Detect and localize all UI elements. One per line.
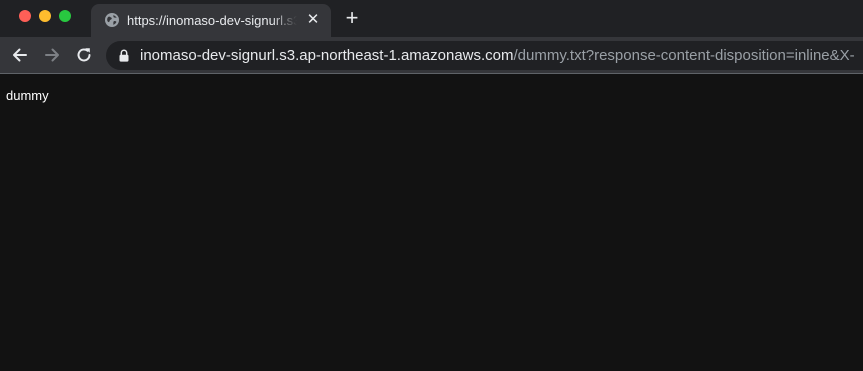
- window-close-button[interactable]: [19, 10, 31, 22]
- tab-active[interactable]: https://inomaso-dev-signurl.s3. ✕: [91, 4, 331, 37]
- page-body-text: dummy: [6, 88, 49, 103]
- toolbar: inomaso-dev-signurl.s3.ap-northeast-1.am…: [0, 37, 863, 74]
- url-text[interactable]: inomaso-dev-signurl.s3.ap-northeast-1.am…: [140, 46, 855, 65]
- tab-strip: https://inomaso-dev-signurl.s3. ✕ +: [0, 0, 863, 37]
- browser-window: https://inomaso-dev-signurl.s3. ✕ + inom…: [0, 0, 863, 371]
- globe-icon: [105, 13, 119, 27]
- arrow-right-icon[interactable]: [42, 45, 62, 65]
- window-minimize-button[interactable]: [39, 10, 51, 22]
- page-content: dummy: [0, 74, 863, 371]
- address-bar[interactable]: inomaso-dev-signurl.s3.ap-northeast-1.am…: [106, 41, 863, 70]
- window-maximize-button[interactable]: [59, 10, 71, 22]
- arrow-left-icon[interactable]: [10, 45, 30, 65]
- reload-icon[interactable]: [74, 45, 94, 65]
- tab-title: https://inomaso-dev-signurl.s3.: [127, 13, 297, 28]
- new-tab-button[interactable]: +: [342, 7, 362, 29]
- url-host: inomaso-dev-signurl.s3.ap-northeast-1.am…: [140, 47, 514, 64]
- url-path: /dummy.txt?response-content-disposition=…: [513, 47, 855, 64]
- lock-icon[interactable]: [118, 49, 130, 62]
- tab-close-icon[interactable]: ✕: [305, 12, 321, 28]
